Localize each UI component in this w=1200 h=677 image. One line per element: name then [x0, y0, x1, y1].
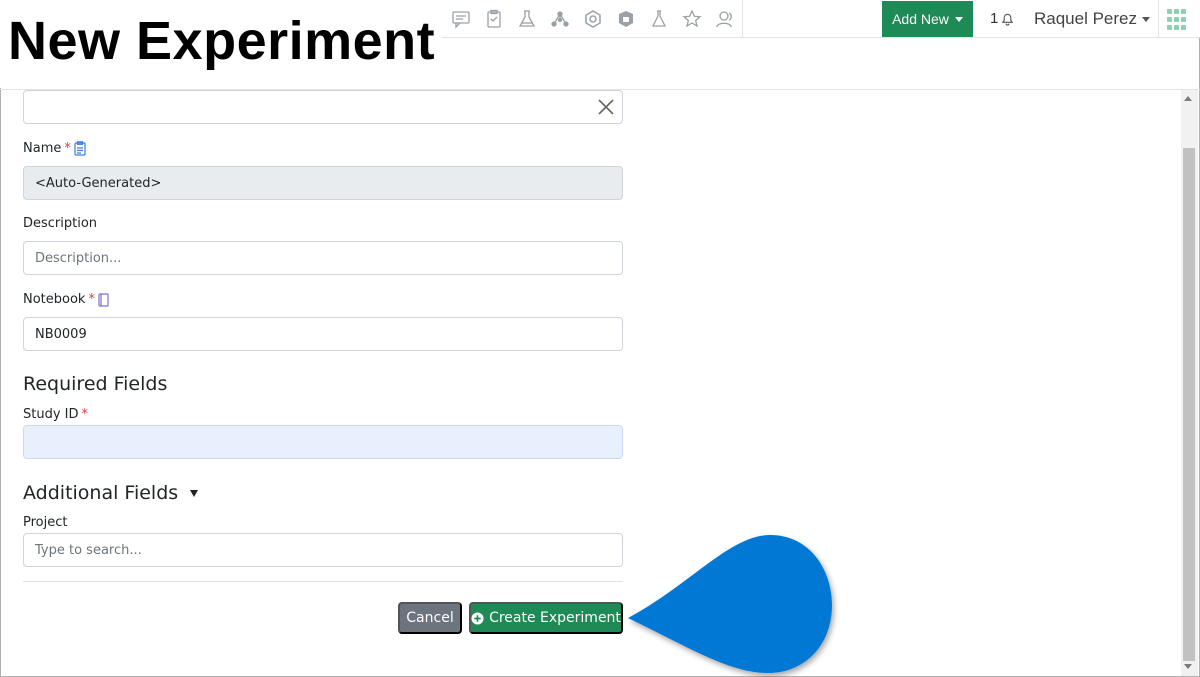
- chevron-down-icon: [954, 16, 963, 22]
- comment-icon[interactable]: [444, 8, 477, 30]
- scrollbar-thumb[interactable]: [1183, 148, 1195, 661]
- description-label: Description: [23, 216, 97, 231]
- study-id-label: Study ID *: [23, 407, 88, 422]
- name-value: <Auto-Generated>: [35, 175, 162, 191]
- add-new-label: Add New: [892, 11, 949, 27]
- project-label-text: Project: [23, 515, 68, 530]
- study-id-input[interactable]: [23, 425, 623, 459]
- cancel-label: Cancel: [406, 610, 454, 626]
- nav-icon-bar: [444, 8, 741, 30]
- required-fields-heading: Required Fields: [23, 373, 167, 395]
- required-asterisk: *: [64, 141, 71, 156]
- form-divider: [23, 581, 623, 582]
- required-asterisk: *: [81, 407, 89, 422]
- caret-down-icon: [190, 489, 199, 497]
- template-select[interactable]: [23, 90, 623, 124]
- notifications[interactable]: 1: [990, 10, 1015, 27]
- nav-divider: [742, 0, 743, 38]
- scroll-up-arrow[interactable]: [1184, 96, 1192, 101]
- clipboard-icon[interactable]: [74, 141, 86, 156]
- shield-icon[interactable]: [609, 8, 642, 30]
- user-name: Raquel Perez: [1034, 9, 1138, 28]
- description-input[interactable]: Description...: [23, 241, 623, 275]
- project-label: Project: [23, 515, 67, 530]
- required-asterisk: *: [88, 292, 95, 307]
- people-icon[interactable]: [708, 8, 741, 30]
- notebook-label-text: Notebook: [23, 292, 86, 307]
- required-fields-title: Required Fields: [23, 373, 168, 395]
- project-search-input[interactable]: Type to search...: [23, 533, 623, 567]
- app-grid-icon[interactable]: [1167, 9, 1189, 31]
- close-icon[interactable]: [596, 97, 616, 117]
- callout-pointer: [628, 535, 832, 673]
- additional-fields-title: Additional Fields: [23, 482, 179, 504]
- create-label: Create Experiment: [489, 610, 621, 626]
- user-menu[interactable]: Raquel Perez: [1034, 9, 1151, 29]
- additional-fields-toggle[interactable]: Additional Fields: [23, 482, 199, 504]
- scroll-down-arrow[interactable]: [1184, 664, 1192, 669]
- plus-circle-icon: [471, 611, 484, 625]
- description-placeholder: Description...: [35, 250, 122, 266]
- name-field: <Auto-Generated>: [23, 166, 623, 200]
- chevron-down-icon: [1142, 16, 1151, 22]
- add-new-button[interactable]: Add New: [882, 1, 973, 37]
- hexagon-icon[interactable]: [576, 8, 609, 30]
- page-title: New Experiment: [8, 11, 436, 71]
- notebook-value: NB0009: [35, 326, 87, 342]
- study-id-label-text: Study ID: [23, 407, 79, 422]
- create-experiment-button[interactable]: Create Experiment: [469, 602, 623, 634]
- lab-icon[interactable]: [510, 8, 543, 30]
- name-label-text: Name: [23, 141, 62, 156]
- notebook-field[interactable]: NB0009: [23, 317, 623, 351]
- notebook-icon[interactable]: [98, 292, 109, 307]
- nav-divider: [1158, 0, 1159, 38]
- bell-icon: [1002, 13, 1014, 26]
- notification-count: 1: [990, 10, 999, 27]
- description-label-text: Description: [23, 216, 98, 231]
- name-label: Name *: [23, 141, 86, 156]
- project-placeholder: Type to search...: [35, 542, 142, 558]
- cancel-button[interactable]: Cancel: [398, 602, 462, 634]
- clipboard-icon[interactable]: [477, 8, 510, 30]
- notebook-label: Notebook *: [23, 292, 109, 307]
- molecule-icon[interactable]: [543, 8, 576, 30]
- star-icon[interactable]: [675, 8, 708, 30]
- flask-icon[interactable]: [642, 8, 675, 30]
